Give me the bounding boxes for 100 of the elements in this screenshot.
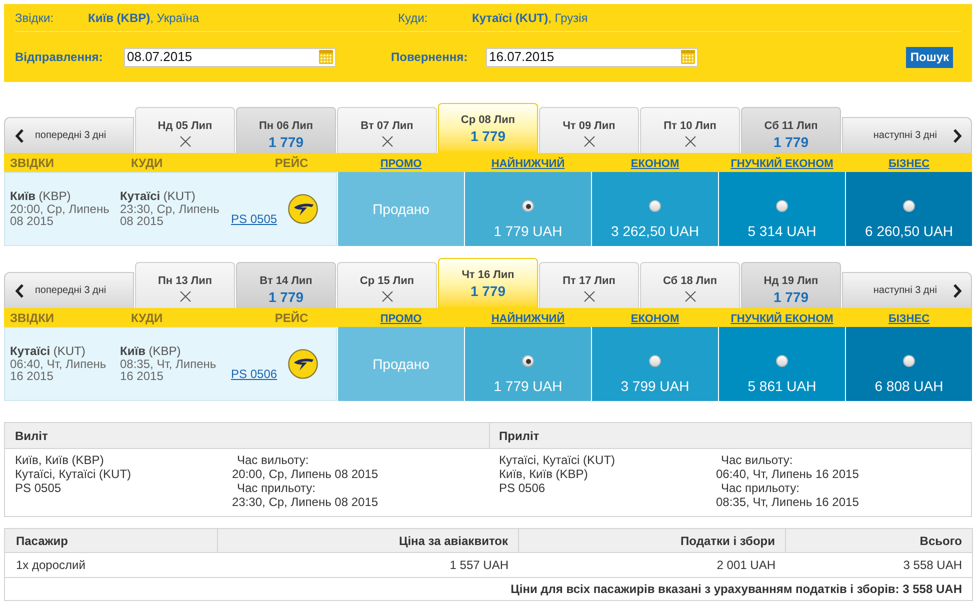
column-header: КУДИ (131, 156, 163, 170)
chevron-right-icon (953, 128, 962, 142)
table-cell: 1x дорослий (4, 552, 218, 578)
calendar-icon[interactable] (681, 50, 695, 64)
origin-city: Київ (KBP), Україна (88, 10, 200, 26)
column-header: ЗВІДКИ (10, 156, 54, 170)
fare-price: 6 808 UAH (874, 378, 944, 394)
chevron-right-icon (953, 284, 962, 298)
date-tab[interactable]: Нд 19 Лип 1 779 (741, 262, 841, 308)
fare-price: 5 861 UAH (748, 378, 816, 394)
cross-icon (180, 136, 190, 147)
time-value: 20:00, Ср, Липень 08 2015 (232, 467, 378, 481)
origin-airport: Київ (KBP) (10, 190, 72, 203)
cross-icon (382, 136, 392, 147)
chevron-left-icon (15, 128, 24, 142)
route-line: Кутаїсі, Кутаїсі (KUT) (15, 467, 132, 481)
cross-icon (584, 136, 594, 147)
radio-button[interactable] (903, 200, 915, 212)
time-label: Час прильоту: (720, 481, 801, 495)
date-tab[interactable]: Пн 06 Лип 1 779 (236, 107, 336, 153)
table-cell: 3 558 UAH (786, 552, 972, 578)
date-field[interactable]: 08.07.2015 (124, 48, 336, 66)
column-header: РЕЙС (274, 310, 308, 324)
radio-button[interactable] (649, 355, 661, 367)
radio-button[interactable] (776, 200, 788, 212)
date-tab[interactable]: Ср 15 Лип (337, 262, 437, 308)
time-value: 23:30, Ср, Липень 08 2015 (232, 495, 378, 509)
date-field[interactable]: 16.07.2015 (486, 48, 698, 66)
fare-class-link[interactable]: ЕКОНОМ (630, 158, 680, 170)
chevron-left-icon (15, 284, 24, 298)
time-label: Час вильоту: (720, 453, 794, 467)
destination-airport: Київ (KBP) (120, 345, 182, 358)
cross-icon (584, 291, 594, 302)
column-header: Пасажир (4, 528, 218, 552)
destination-city: Кутаїсі (KUT), Грузія (472, 10, 588, 26)
previous-days-button[interactable]: попередні 3 дні (4, 272, 134, 308)
sold-out-label: Продано (372, 201, 430, 217)
cross-icon (180, 291, 190, 302)
field-label: Відправлення: (15, 49, 104, 66)
date-tab[interactable]: Пт 10 Лип (640, 107, 740, 153)
fare-class-link[interactable]: ГНУЧКИЙ ЕКОНОМ (730, 158, 834, 170)
route-line: PS 0506 (499, 481, 546, 495)
fare-price: 3 262,50 UAH (611, 223, 699, 239)
column-header: ЗВІДКИ (10, 310, 54, 324)
date-tab[interactable]: Сб 11 Лип 1 779 (741, 107, 841, 153)
logo-icon (288, 194, 318, 224)
date-tab[interactable]: Пт 17 Лип (539, 262, 639, 308)
fare-price: 1 779 UAH (494, 223, 562, 239)
column-header: Всього (786, 528, 972, 552)
radio-button[interactable] (522, 355, 534, 367)
arrival-time: 08:35, Чт, Липень 16 2015 (120, 358, 218, 383)
date-tab[interactable]: Сб 18 Лип (640, 262, 740, 308)
arrival-time: 23:30, Ср, Липень 08 2015 (120, 202, 220, 228)
route-line: Київ, Київ (KBP) (15, 453, 105, 467)
fare-class-link[interactable]: НАЙНИЖЧИЙ (491, 158, 565, 170)
fare-price: 3 799 UAH (620, 378, 690, 394)
radio-button[interactable] (649, 200, 661, 212)
cross-icon (684, 291, 696, 302)
date-tab[interactable]: Пн 13 Лип (135, 262, 235, 308)
radio-button[interactable] (776, 355, 788, 367)
field-label: Звідки: (15, 10, 55, 26)
fare-class-link[interactable]: ГНУЧКИЙ ЕКОНОМ (730, 312, 834, 324)
section-heading: Виліт (15, 428, 48, 444)
date-tab[interactable]: Нд 05 Лип (135, 107, 235, 153)
calendar-icon[interactable] (319, 50, 333, 64)
date-tab[interactable]: Вт 14 Лип 1 779 (236, 262, 336, 308)
origin-airport: Кутаїсі (KUT) (10, 345, 86, 358)
radio-button[interactable] (903, 355, 915, 367)
departure-time: 06:40, Чт, Липень 16 2015 (10, 358, 108, 383)
logo-icon (288, 349, 318, 379)
date-tab[interactable]: Вт 07 Лип (337, 107, 437, 153)
table-cell: 2 001 UAH (518, 552, 786, 578)
table-cell: 1 557 UAH (218, 552, 518, 578)
section-heading: Приліт (499, 428, 540, 444)
search-button[interactable]: Пошук (906, 46, 953, 68)
column-header: КУДИ (131, 310, 163, 324)
destination-airport: Кутаїсі (KUT) (120, 190, 196, 203)
time-value: 08:35, Чт, Липень 16 2015 (716, 495, 859, 509)
flight-number-link[interactable]: PS 0505 (231, 212, 278, 226)
time-value: 06:40, Чт, Липень 16 2015 (716, 467, 859, 481)
next-days-button[interactable]: наступні 3 дні (842, 272, 972, 308)
next-days-button[interactable]: наступні 3 дні (842, 117, 972, 153)
date-tab[interactable]: Ср 08 Лип 1 779 (438, 103, 538, 153)
flight-number-link[interactable]: PS 0506 (231, 367, 278, 382)
route-line: PS 0505 (15, 481, 62, 495)
fare-class-link[interactable]: ЕКОНОМ (630, 312, 680, 324)
date-tab[interactable]: Чт 09 Лип (539, 107, 639, 153)
field-label: Повернення: (391, 49, 469, 66)
fare-class-link[interactable]: БІЗНЕС (888, 312, 930, 324)
route-line: Київ, Київ (KBP) (499, 467, 589, 481)
fare-class-link[interactable]: ПРОМО (380, 312, 422, 324)
time-label: Час вильоту: (236, 453, 310, 467)
previous-days-button[interactable]: попередні 3 дні (4, 117, 134, 153)
fare-class-link[interactable]: ПРОМО (380, 158, 422, 170)
departure-time: 20:00, Ср, Липень 08 2015 (10, 202, 110, 228)
fare-class-link[interactable]: БІЗНЕС (888, 158, 930, 170)
fare-class-link[interactable]: НАЙНИЖЧИЙ (491, 312, 565, 324)
date-tab[interactable]: Чт 16 Лип 1 779 (438, 258, 538, 308)
radio-button[interactable] (522, 200, 534, 212)
fare-price: 5 314 UAH (748, 223, 816, 239)
